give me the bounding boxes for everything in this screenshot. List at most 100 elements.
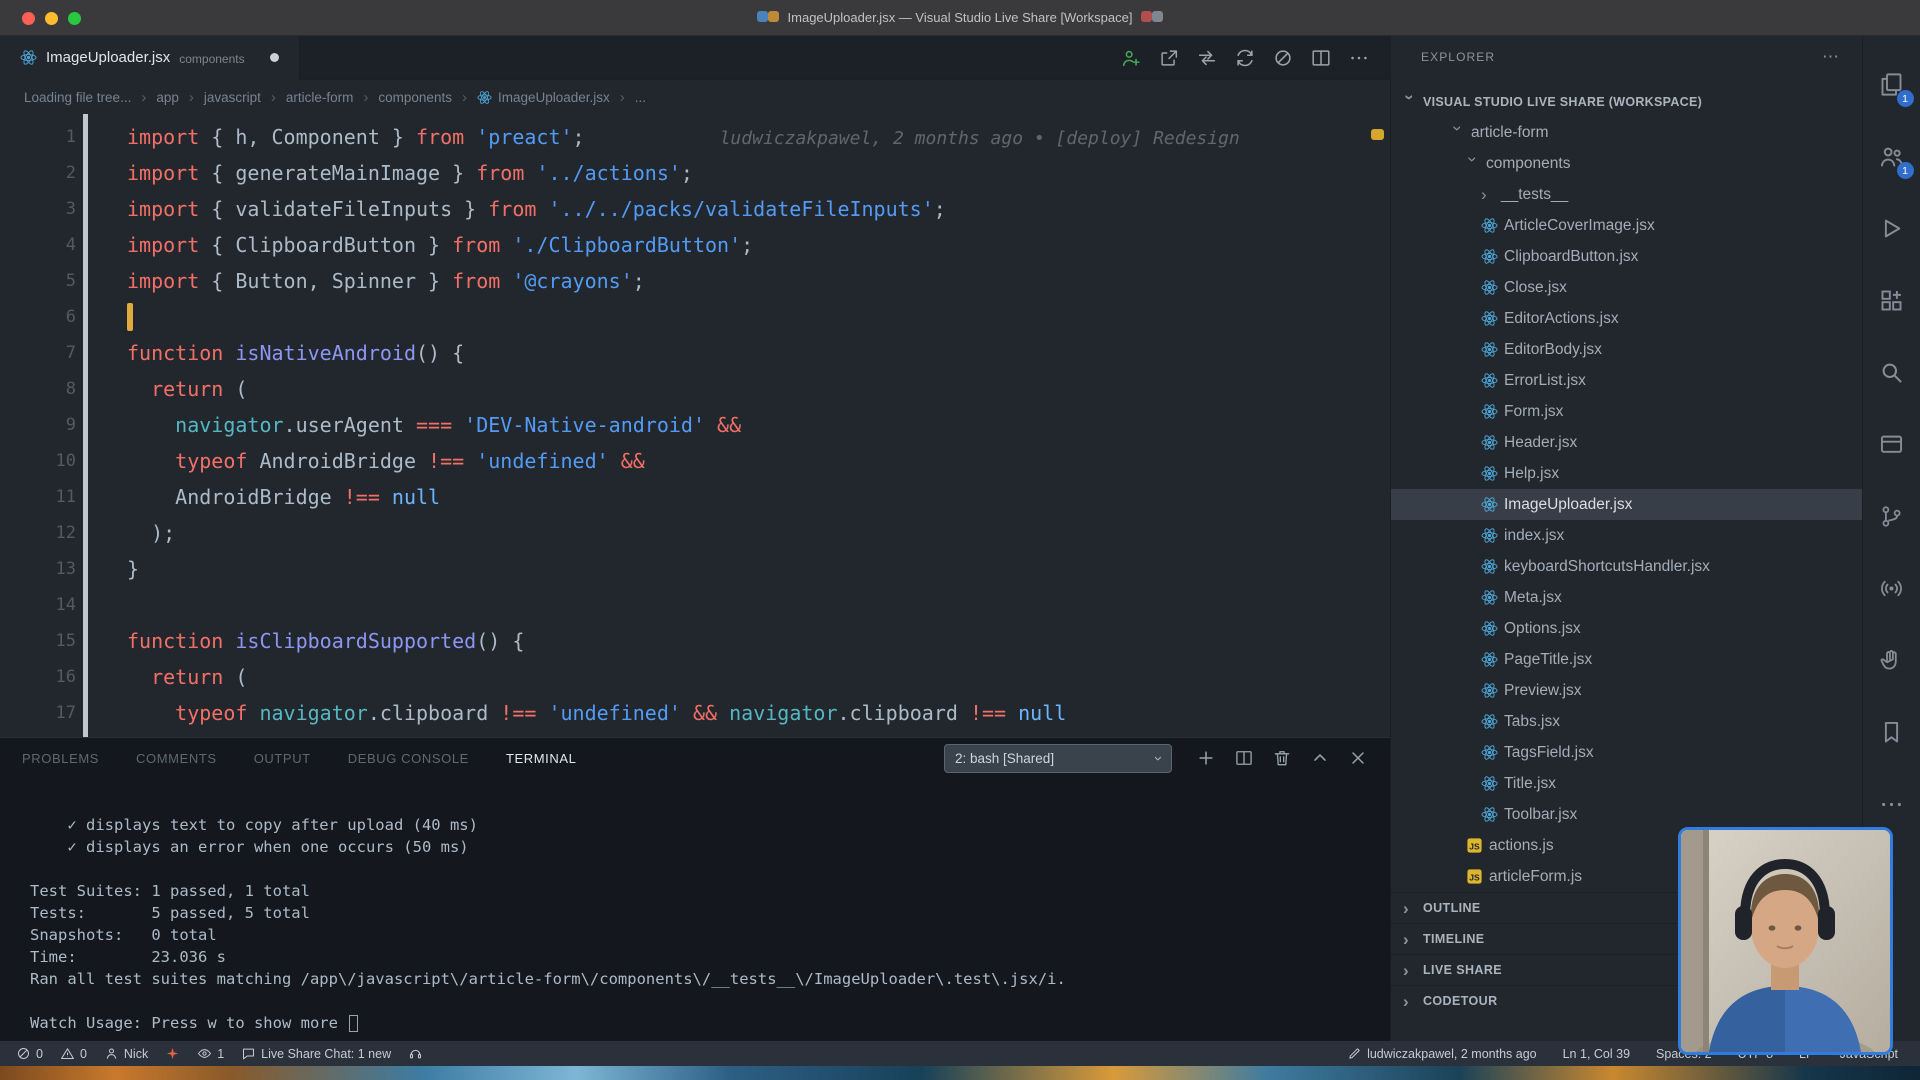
tree-item-article-form[interactable]: ›article-form	[1391, 117, 1862, 148]
window-title-text: ImageUploader.jsx — Visual Studio Live S…	[788, 10, 1133, 25]
zoom-window-button[interactable]	[68, 12, 81, 25]
panel-tab-debug-console[interactable]: DEBUG CONSOLE	[348, 751, 469, 766]
panel-tab-output[interactable]: OUTPUT	[254, 751, 311, 766]
session-record-icon[interactable]	[1272, 47, 1294, 69]
code-line-2: 2import { generateMainImage } from '../a…	[0, 155, 1390, 191]
kill-terminal-icon[interactable]	[1272, 748, 1292, 768]
live-share-status-icon	[165, 1046, 180, 1061]
code-line-5: 5import { Button, Spinner } from '@crayo…	[0, 263, 1390, 299]
bookmarks-icon[interactable]	[1863, 696, 1920, 768]
sync-icon[interactable]	[1234, 47, 1256, 69]
code-text: return (	[88, 371, 247, 407]
breadcrumb-item-article-form[interactable]: article-form	[286, 90, 354, 105]
tree-item-components[interactable]: ›components	[1391, 148, 1862, 179]
editor-actions-toolbar	[1120, 47, 1390, 69]
breadcrumb-separator: ›	[141, 89, 146, 106]
split-editor-icon[interactable]	[1310, 47, 1332, 69]
terminal-output[interactable]: ✓ displays text to copy after upload (40…	[0, 778, 1390, 1034]
tree-item-editorbody-jsx[interactable]: EditorBody.jsx	[1391, 334, 1862, 365]
breadcrumb-item-app[interactable]: app	[156, 90, 179, 105]
tree-item-help-jsx[interactable]: Help.jsx	[1391, 458, 1862, 489]
tree-item-tagsfield-jsx[interactable]: TagsField.jsx	[1391, 737, 1862, 768]
run-icon[interactable]	[1863, 192, 1920, 264]
code-line-3: 3import { validateFileInputs } from '../…	[0, 191, 1390, 227]
editor-tab-imageuploader[interactable]: ImageUploader.jsx components	[0, 36, 300, 80]
breadcrumb-item-[interactable]: ...	[635, 90, 646, 105]
panel-close-icon[interactable]	[1348, 748, 1368, 768]
broadcast-icon[interactable]	[1863, 552, 1920, 624]
source-control-icon[interactable]	[1863, 480, 1920, 552]
split-terminal-icon[interactable]	[1234, 748, 1254, 768]
code-line-16: 16 return (	[0, 659, 1390, 695]
audio-call[interactable]	[408, 1046, 423, 1061]
new-terminal-icon[interactable]	[1196, 748, 1216, 768]
tree-item-meta-jsx[interactable]: Meta.jsx	[1391, 582, 1862, 613]
badge-count: 1	[1897, 162, 1914, 179]
terminal-line: Time: 23.036 s	[30, 946, 1390, 968]
title-bar-emoji-icon	[768, 11, 779, 22]
tree-item-keyboardshortcutshandler-jsx[interactable]: keyboardShortcutsHandler.jsx	[1391, 551, 1862, 582]
panel-tab-problems[interactable]: PROBLEMS	[22, 751, 99, 766]
webcam-overlay[interactable]	[1678, 827, 1893, 1055]
panel-maximize-icon[interactable]	[1310, 748, 1330, 768]
tree-item-editoractions-jsx[interactable]: EditorActions.jsx	[1391, 303, 1862, 334]
problems-errors[interactable]: 0	[16, 1046, 43, 1061]
tree-item-clipboardbutton-jsx[interactable]: ClipboardButton.jsx	[1391, 241, 1862, 272]
more-actions-icon[interactable]	[1348, 47, 1370, 69]
tree-item-imageuploader-jsx[interactable]: ImageUploader.jsx	[1391, 489, 1862, 520]
bookmarks-icon	[1878, 719, 1905, 746]
tree-item-tabs-jsx[interactable]: Tabs.jsx	[1391, 706, 1862, 737]
code-editor[interactable]: 1import { h, Component } from 'preact';l…	[0, 114, 1390, 737]
tree-item-options-jsx[interactable]: Options.jsx	[1391, 613, 1862, 644]
reactions-icon[interactable]	[1863, 624, 1920, 696]
explorer-more-actions[interactable]: ⋯	[1822, 47, 1840, 67]
person-icon	[104, 1046, 119, 1061]
code-line-11: 11 AndroidBridge !== null	[0, 479, 1390, 515]
follow-participant-icon[interactable]	[1196, 47, 1218, 69]
problems-warnings[interactable]: 0	[60, 1046, 87, 1061]
code-line-7: 7function isNativeAndroid() {	[0, 335, 1390, 371]
terminal-shell-select[interactable]: 2: bash [Shared] ›	[944, 744, 1172, 773]
cursor-position[interactable]: Ln 1, Col 39	[1563, 1047, 1630, 1061]
tree-item-form-jsx[interactable]: Form.jsx	[1391, 396, 1862, 427]
code-line-13: 13}	[0, 551, 1390, 587]
panel-header: PROBLEMS COMMENTS OUTPUT DEBUG CONSOLE TERMI…	[0, 738, 1390, 778]
tree-item-index-jsx[interactable]: index.jsx	[1391, 520, 1862, 551]
breadcrumb-item-components[interactable]: components	[378, 90, 452, 105]
chevron-right-icon: ›	[1403, 900, 1417, 917]
viewers-count[interactable]: 1	[197, 1046, 224, 1061]
live-share-participants-icon[interactable]: 1	[1863, 120, 1920, 192]
panel-tab-comments[interactable]: COMMENTS	[136, 751, 217, 766]
open-changes-icon[interactable]	[1158, 47, 1180, 69]
react-file-icon	[1481, 806, 1498, 823]
search-icon[interactable]	[1863, 336, 1920, 408]
explorer-icon[interactable]: 1	[1863, 48, 1920, 120]
window-controls	[22, 0, 81, 36]
live-share-share-icon[interactable]	[1120, 47, 1142, 69]
tree-item-pagetitle-jsx[interactable]: PageTitle.jsx	[1391, 644, 1862, 675]
extensions-icon[interactable]	[1863, 264, 1920, 336]
minimize-window-button[interactable]	[45, 12, 58, 25]
tree-item-tests[interactable]: ›__tests__	[1391, 179, 1862, 210]
tab-filename: ImageUploader.jsx	[46, 49, 170, 66]
tree-item-articlecoverimage-jsx[interactable]: ArticleCoverImage.jsx	[1391, 210, 1862, 241]
breadcrumb-item-loading-file-tree[interactable]: Loading file tree...	[24, 90, 131, 105]
tree-item-errorlist-jsx[interactable]: ErrorList.jsx	[1391, 365, 1862, 396]
tree-item-close-jsx[interactable]: Close.jsx	[1391, 272, 1862, 303]
close-window-button[interactable]	[22, 12, 35, 25]
tree-item-toolbar-jsx[interactable]: Toolbar.jsx	[1391, 799, 1862, 830]
live-share-chat[interactable]: Live Share Chat: 1 new	[241, 1046, 391, 1061]
tree-item-label: ArticleCoverImage.jsx	[1504, 217, 1655, 235]
tree-item-visual-studio-live-share-workspace[interactable]: ›VISUAL STUDIO LIVE SHARE (WORKSPACE)	[1391, 86, 1862, 117]
git-blame[interactable]: ludwiczakpawel, 2 months ago	[1347, 1046, 1537, 1061]
panel-tab-terminal[interactable]: TERMINAL	[506, 751, 577, 766]
tree-item-header-jsx[interactable]: Header.jsx	[1391, 427, 1862, 458]
breadcrumb-item-imageuploader-jsx[interactable]: ImageUploader.jsx	[477, 90, 610, 105]
tree-item-label: Toolbar.jsx	[1504, 806, 1577, 824]
tree-item-title-jsx[interactable]: Title.jsx	[1391, 768, 1862, 799]
session-card-icon[interactable]	[1863, 408, 1920, 480]
live-share-status[interactable]	[165, 1046, 180, 1061]
breadcrumb-item-javascript[interactable]: javascript	[204, 90, 261, 105]
live-share-user[interactable]: Nick	[104, 1046, 148, 1061]
tree-item-preview-jsx[interactable]: Preview.jsx	[1391, 675, 1862, 706]
